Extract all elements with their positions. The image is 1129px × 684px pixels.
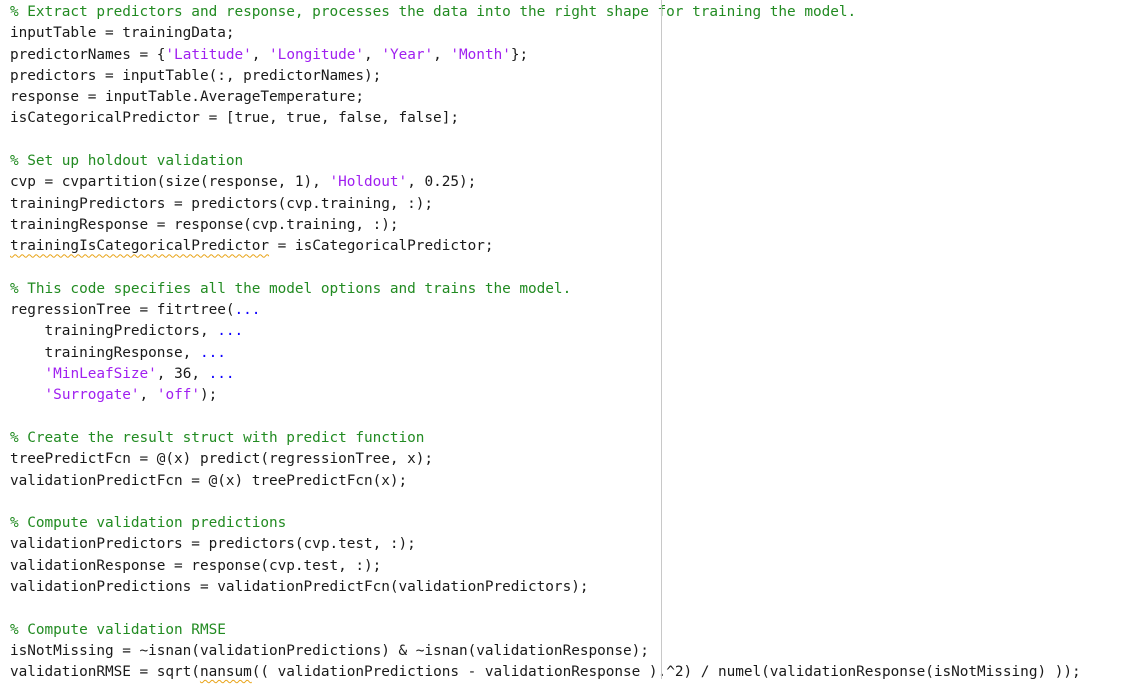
code-token: trainingResponse, — [10, 344, 200, 361]
string-literal: 'Holdout' — [329, 174, 408, 191]
code-line[interactable]: predictorNames = {'Latitude', 'Longitude… — [10, 45, 1081, 66]
code-line[interactable] — [10, 130, 1081, 151]
string-literal: 'Year' — [381, 46, 434, 63]
code-token: predictors = inputTable(:, predictorName… — [10, 67, 382, 84]
code-token: response = inputTable.AverageTemperature… — [10, 89, 364, 106]
continuation-ellipsis: ... — [217, 323, 244, 340]
code-comment: % Extract predictors and response, proce… — [10, 4, 857, 20]
string-literal: 'off' — [156, 387, 200, 404]
code-line[interactable]: trainingResponse = response(cvp.training… — [10, 215, 1081, 236]
code-line[interactable]: validationPredictors = predictors(cvp.te… — [10, 534, 1081, 555]
code-line[interactable]: isNotMissing = ~isnan(validationPredicti… — [10, 641, 1081, 662]
code-token: trainingResponse = response(cvp.training… — [10, 216, 399, 233]
continuation-ellipsis: ... — [199, 344, 226, 361]
code-line[interactable]: validationPredictions = validationPredic… — [10, 577, 1081, 598]
code-token: , — [433, 46, 451, 63]
code-line[interactable] — [10, 258, 1081, 279]
code-token: , 0.25); — [407, 174, 477, 191]
code-token: validationPredictions = validationPredic… — [10, 579, 589, 596]
code-line[interactable]: cvp = cvpartition(size(response, 1), 'Ho… — [10, 172, 1081, 193]
code-token: regressionTree = fitrtree( — [10, 302, 235, 319]
code-line[interactable]: validationRMSE = sqrt(nansum(( validatio… — [10, 662, 1081, 683]
warning-token: trainingIsCategoricalPredictor — [10, 238, 270, 255]
code-line[interactable]: isCategoricalPredictor = [true, true, fa… — [10, 108, 1081, 129]
code-token: trainingPredictors = predictors(cvp.trai… — [10, 195, 434, 212]
code-token: isNotMissing = ~isnan(validationPredicti… — [10, 642, 649, 659]
right-margin-line — [661, 0, 662, 679]
string-literal: 'MinLeafSize' — [44, 366, 157, 383]
continuation-ellipsis: ... — [234, 302, 261, 319]
code-token: , — [139, 387, 157, 404]
code-line[interactable]: trainingPredictors, ... — [10, 321, 1081, 342]
code-line[interactable]: response = inputTable.AverageTemperature… — [10, 87, 1081, 108]
string-literal: 'Latitude' — [165, 46, 252, 63]
code-token: predictorNames = { — [10, 46, 166, 63]
code-comment: % Compute validation predictions — [10, 515, 287, 532]
code-token: validationRMSE = sqrt( — [10, 664, 200, 681]
string-literal: 'Surrogate' — [44, 387, 140, 404]
code-line[interactable]: % Compute validation predictions — [10, 513, 1081, 534]
warning-token: nansum — [199, 664, 252, 681]
code-line[interactable]: inputTable = trainingData; — [10, 23, 1081, 44]
code-token: , — [364, 46, 382, 63]
code-line[interactable] — [10, 598, 1081, 619]
code-line[interactable]: validationPredictFcn = @(x) treePredictF… — [10, 471, 1081, 492]
code-comment: % This code specifies all the model opti… — [10, 280, 572, 297]
code-line[interactable]: regressionTree = fitrtree(... — [10, 300, 1081, 321]
code-token: , 36, — [156, 366, 209, 383]
string-literal: 'Longitude' — [269, 46, 365, 63]
code-token: , — [251, 46, 270, 63]
code-token: }; — [510, 46, 529, 63]
code-line[interactable]: predictors = inputTable(:, predictorName… — [10, 66, 1081, 87]
code-line[interactable]: % Set up holdout validation — [10, 151, 1081, 172]
code-line[interactable]: % Compute validation RMSE — [10, 620, 1081, 641]
code-token: validationPredictFcn = @(x) treePredictF… — [10, 472, 408, 489]
code-line[interactable]: % Create the result struct with predict … — [10, 428, 1081, 449]
code-line[interactable]: 'MinLeafSize', 36, ... — [10, 364, 1081, 385]
code-line[interactable]: % This code specifies all the model opti… — [10, 279, 1081, 300]
code-token: isCategoricalPredictor = [true, true, fa… — [10, 110, 459, 127]
code-editor[interactable]: % Extract predictors and response, proce… — [10, 2, 1081, 684]
code-token: ); — [199, 387, 218, 404]
code-comment: % Set up holdout validation — [10, 153, 244, 170]
code-line[interactable]: % Extract predictors and response, proce… — [10, 2, 1081, 23]
code-line[interactable]: trainingResponse, ... — [10, 343, 1081, 364]
code-line[interactable] — [10, 407, 1081, 428]
code-line[interactable] — [10, 492, 1081, 513]
code-comment: % Compute validation RMSE — [10, 621, 226, 638]
code-line[interactable]: validationResponse = response(cvp.test, … — [10, 556, 1081, 577]
code-token: cvp = cvpartition(size(response, 1), — [10, 174, 330, 191]
code-token: = isCategoricalPredictor; — [269, 238, 494, 255]
code-comment: % Create the result struct with predict … — [10, 429, 425, 446]
code-line[interactable]: trainingIsCategoricalPredictor = isCateg… — [10, 236, 1081, 257]
code-line[interactable]: trainingPredictors = predictors(cvp.trai… — [10, 194, 1081, 215]
string-literal: 'Month' — [450, 46, 511, 63]
continuation-ellipsis: ... — [208, 366, 235, 383]
code-token: inputTable = trainingData; — [10, 25, 235, 42]
code-token: treePredictFcn = @(x) predict(regression… — [10, 451, 434, 468]
code-token: trainingPredictors, — [10, 323, 218, 340]
code-token: validationPredictors = predictors(cvp.te… — [10, 536, 416, 553]
code-token: validationResponse = response(cvp.test, … — [10, 557, 382, 574]
code-token: (( validationPredictions - validationRes… — [251, 664, 1081, 681]
code-line[interactable]: treePredictFcn = @(x) predict(regression… — [10, 449, 1081, 470]
code-line[interactable]: 'Surrogate', 'off'); — [10, 385, 1081, 406]
